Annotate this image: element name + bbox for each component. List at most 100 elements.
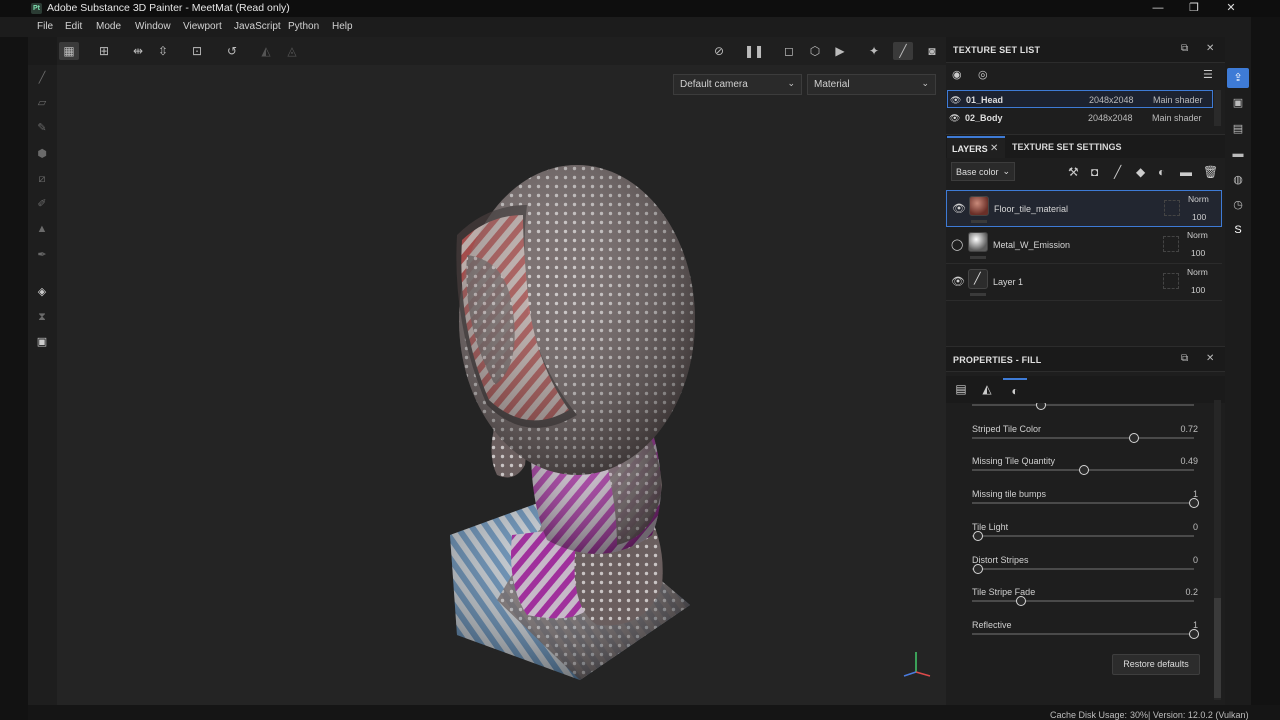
view-2d-icon[interactable]: ◻ <box>779 42 799 60</box>
eye-icon[interactable]: 👁 <box>952 202 966 215</box>
properties-scrollbar[interactable] <box>1214 400 1221 700</box>
picker-tool-icon[interactable]: ✒ <box>35 248 49 262</box>
menu-javascript[interactable]: JavaScript <box>234 21 281 32</box>
slider-track[interactable] <box>972 502 1194 505</box>
property-value[interactable]: 0 <box>1193 555 1198 565</box>
projection-tool-icon[interactable]: ✎ <box>35 121 49 135</box>
close-tab-icon[interactable]: ✕ <box>990 143 998 154</box>
minimize-button[interactable]: — <box>1140 0 1176 17</box>
camera-icon[interactable]: ▶ <box>830 42 850 60</box>
paint-brush-icon[interactable]: ╱ <box>893 42 913 60</box>
slider-handle[interactable] <box>1016 596 1027 607</box>
eye-icon[interactable]: 👁 <box>949 113 960 124</box>
mask-slot[interactable] <box>1163 236 1179 252</box>
panel-menu-icon[interactable]: ☰ <box>1203 68 1213 81</box>
add-effect-icon[interactable]: ⚒ <box>1068 165 1079 179</box>
slider-track[interactable] <box>972 600 1194 603</box>
channel-select[interactable]: Base color ⌄ <box>951 162 1015 181</box>
visibility-toggle-icon[interactable]: ◉ <box>952 68 962 81</box>
export-icon[interactable]: ⇪ <box>1227 68 1249 88</box>
material-tab-icon[interactable]: ▤ <box>949 378 973 401</box>
add-fill-layer-icon[interactable]: ◆ <box>1136 165 1145 179</box>
mask-slot[interactable] <box>1164 200 1180 216</box>
menu-edit[interactable]: Edit <box>65 21 82 32</box>
tab-texture-set-settings[interactable]: TEXTURE SET SETTINGS <box>1012 142 1122 152</box>
restore-defaults-button[interactable]: Restore defaults <box>1112 654 1200 675</box>
property-slider[interactable]: Tile Stripe Fade 0.2 <box>972 587 1198 617</box>
property-value[interactable]: 0.2 <box>1185 587 1198 597</box>
menu-viewport[interactable]: Viewport <box>183 21 222 32</box>
tab-layers[interactable]: LAYERS ✕ <box>947 136 1005 158</box>
texture-set-scrollbar[interactable] <box>1214 90 1221 126</box>
property-value[interactable]: 0.49 <box>1180 456 1198 466</box>
polygon-fill-icon[interactable]: ⧄ <box>35 172 49 186</box>
menu-window[interactable]: Window <box>135 21 171 32</box>
layer-row[interactable]: ◯ Metal_W_Emission Norm 100 <box>946 227 1222 264</box>
blend-mode-select[interactable]: Norm <box>1187 267 1208 277</box>
menu-help[interactable]: Help <box>332 21 353 32</box>
scrollbar-thumb[interactable] <box>1214 598 1221 698</box>
opacity-field[interactable]: 100 <box>1191 285 1205 295</box>
blend-mode-select[interactable]: Norm <box>1187 230 1208 240</box>
texture-set-row[interactable]: 👁 01_Head 2048x2048 Main shader <box>947 90 1213 108</box>
slider-handle[interactable] <box>973 530 983 541</box>
clone-tool-icon[interactable]: ▲ <box>35 222 49 236</box>
grid-select-icon[interactable]: ▦ <box>59 42 79 60</box>
close-button[interactable]: ✕ <box>1213 0 1249 17</box>
slider-track[interactable] <box>972 534 1194 537</box>
symmetry-icon[interactable]: ⇹ <box>128 42 148 60</box>
shelf-icon[interactable]: ▤ <box>1231 122 1245 136</box>
slider-track[interactable] <box>972 567 1194 570</box>
slider-track[interactable] <box>972 436 1194 439</box>
slider-handle[interactable] <box>1189 498 1199 509</box>
menu-python[interactable]: Python <box>288 21 319 32</box>
slider-handle[interactable] <box>1035 403 1046 410</box>
layer-row[interactable]: 👁 Floor_tile_material Norm 100 <box>946 190 1222 227</box>
geometry-mask-icon[interactable]: ⬢ <box>35 147 49 161</box>
history-panel-icon[interactable]: ◷ <box>1231 198 1245 212</box>
property-slider[interactable]: Reflective 1 <box>972 620 1199 650</box>
property-slider[interactable]: Tile Light 0 <box>972 522 1198 552</box>
menu-file[interactable]: File <box>37 21 53 32</box>
close-panel-icon[interactable]: ✕ <box>1206 43 1214 54</box>
add-folder-icon[interactable]: ▬ <box>1180 165 1192 179</box>
material-sphere-tab-icon[interactable]: ◐ <box>1003 378 1027 401</box>
assets-icon[interactable]: ▣ <box>1231 96 1245 110</box>
slider-handle[interactable] <box>1128 432 1139 443</box>
hide-overlay-icon[interactable]: ⊘ <box>709 42 729 60</box>
property-slider[interactable]: Missing tile bumps 1 <box>972 489 1199 519</box>
substance-icon[interactable]: S <box>1231 223 1245 237</box>
pause-icon[interactable]: ❚❚ <box>744 42 764 60</box>
eye-icon[interactable]: 👁 <box>950 95 961 106</box>
add-paint-layer-icon[interactable]: ╱ <box>1114 165 1121 179</box>
close-panel-icon[interactable]: ✕ <box>1206 353 1214 364</box>
display-settings-icon[interactable]: ▬ <box>1231 147 1245 161</box>
add-frame-icon[interactable]: ⊡ <box>187 42 207 60</box>
maximize-button[interactable]: ❐ <box>1176 0 1212 17</box>
history-icon[interactable]: ↺ <box>222 42 242 60</box>
view-3d-icon[interactable]: ⬡ <box>805 42 825 60</box>
camera-select[interactable]: Default camera ⌄ <box>673 74 802 95</box>
property-slider[interactable]: Missing Tile Quantity 0.49 <box>972 456 1198 486</box>
slider-track[interactable] <box>972 404 1194 406</box>
smudge-tool-icon[interactable]: ✐ <box>35 197 49 211</box>
add-smart-material-icon[interactable]: ◐ <box>1158 165 1165 179</box>
eye-closed-icon[interactable]: ◯ <box>951 238 963 251</box>
slider-handle[interactable] <box>1189 628 1199 639</box>
eye-icon[interactable]: 👁 <box>951 275 965 288</box>
environment-icon[interactable]: ◍ <box>1231 173 1245 187</box>
eye-icon[interactable]: ◎ <box>978 68 988 81</box>
slider-handle[interactable] <box>973 563 983 574</box>
texture-set-row[interactable]: 👁 02_Body 2048x2048 Main shader <box>947 109 1213 127</box>
uv-tab-icon[interactable]: ◭ <box>975 378 999 401</box>
eraser-tool-icon[interactable]: ▱ <box>35 96 49 110</box>
property-value[interactable]: 0 <box>1193 522 1198 532</box>
bake-tool-icon[interactable]: ◈ <box>35 285 49 299</box>
3d-viewport[interactable] <box>57 65 946 705</box>
brush-tool-icon[interactable]: ╱ <box>35 71 49 85</box>
property-slider[interactable]: Distort Stripes 0 <box>972 555 1198 585</box>
display-select[interactable]: Material ⌄ <box>807 74 936 95</box>
property-slider[interactable]: Striped Tile Color 0.72 <box>972 424 1198 454</box>
opacity-field[interactable]: 100 <box>1191 248 1205 258</box>
menu-mode[interactable]: Mode <box>96 21 121 32</box>
